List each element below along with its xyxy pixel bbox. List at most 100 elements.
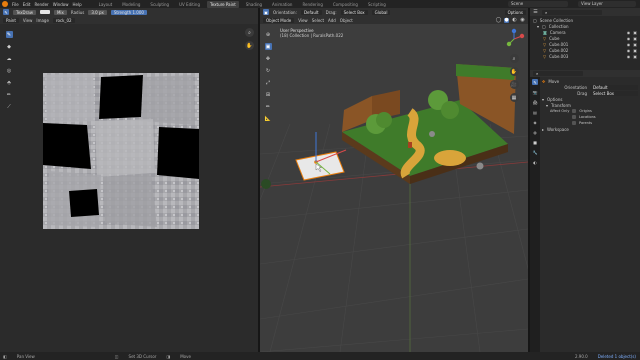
drag-select[interactable]: Select Box [340,9,368,15]
paint-mode-select[interactable]: Paint [3,17,19,23]
rendered-icon[interactable]: ◉ [520,17,525,23]
tab-uv-editing[interactable]: UV Editing [176,1,203,8]
menu-select[interactable]: Select [312,18,324,23]
menu-image[interactable]: Image [36,18,49,23]
image-selector[interactable]: rock_02 [52,17,75,23]
sand-patch[interactable] [434,150,466,166]
menu-add[interactable]: Add [328,18,336,23]
world-tab-icon[interactable]: ◍ [532,129,538,135]
menu-file[interactable]: File [12,2,19,7]
visibility-eye-icon[interactable]: ◉ [627,48,631,53]
lantern-post[interactable] [408,142,412,148]
view-layer-tab-icon[interactable]: ▤ [532,109,538,115]
texture-image[interactable] [43,73,199,229]
cursor-icon[interactable]: ⊕ [265,31,272,38]
tab-sculpting[interactable]: Sculpting [147,1,172,8]
parents-checkbox[interactable] [572,121,576,125]
transform-orientation-select[interactable]: Global [371,9,391,15]
brush-name-field[interactable]: TexDraw [13,9,36,15]
physics-tab-icon[interactable]: ◐ [532,159,538,165]
render-camera-icon[interactable]: ▣ [633,54,637,59]
menu-window[interactable]: Window [53,2,69,7]
tree-canopy[interactable] [376,112,392,128]
scene-selector[interactable]: Scene [508,1,568,7]
orientation-select[interactable]: Default [590,84,638,90]
render-camera-icon[interactable]: ▣ [633,42,637,47]
render-camera-icon[interactable]: ▣ [633,36,637,41]
properties-search-input[interactable]: ⌕ [533,71,583,76]
paintbrush-icon[interactable]: ✎ [5,31,13,38]
tree-canopy[interactable] [441,101,459,119]
rock[interactable] [429,131,435,137]
options-dropdown[interactable]: Options [504,9,526,15]
blender-logo-icon[interactable] [2,1,8,7]
locations-checkbox[interactable] [572,115,576,119]
image-editor-canvas[interactable]: ✎ ◆ ☁ ◎ ⬘ ✏ ⟋ ⌕ ✋ [0,24,258,352]
paintbrush-icon[interactable]: ✎ [3,9,9,15]
wireframe-icon[interactable]: ◯ [496,17,502,23]
tab-shading[interactable]: Shading [243,1,265,8]
menu-help[interactable]: Help [72,2,81,7]
tab-modeling[interactable]: Modeling [119,1,143,8]
object-tab-icon[interactable]: ■ [532,139,538,145]
transform-icon[interactable]: ⊞ [265,91,272,98]
color-swatch[interactable] [39,10,50,14]
orientation-select[interactable]: Default [300,9,322,15]
workspace-panel-header[interactable]: ▸ Workspace [542,126,638,132]
bush[interactable] [261,179,271,189]
visibility-eye-icon[interactable]: ◉ [627,36,631,41]
select-box-icon[interactable]: ▣ [264,43,272,50]
drag-select[interactable]: Select Box [590,90,638,96]
render-camera-icon[interactable]: ▣ [633,48,637,53]
tab-scripting[interactable]: Scripting [365,1,389,8]
menu-view[interactable]: View [298,18,308,23]
strength-field[interactable]: Strength 1.000 [110,9,147,15]
modifier-tab-icon[interactable]: 🔧 [532,149,538,155]
viewport-3d[interactable]: User Perspective (18) Collection | Rural… [260,24,528,352]
tab-layout[interactable]: Layout [96,1,116,8]
origins-checkbox[interactable] [572,109,577,113]
radius-field[interactable]: 3.0 px [88,9,107,15]
tool-tab-icon[interactable]: ✎ [532,79,538,85]
tab-texture-paint[interactable]: Texture Paint [206,0,239,8]
smear-icon[interactable]: ☁ [6,55,13,62]
sample-icon[interactable]: ⟋ [6,103,13,110]
material-icon[interactable]: ◐ [512,17,517,23]
object-mode-select[interactable]: Object Mode [263,17,295,23]
move-icon[interactable]: ✥ [265,55,272,62]
rotate-icon[interactable]: ↻ [265,67,272,74]
scale-icon[interactable]: ⤢ [265,79,272,86]
visibility-eye-icon[interactable]: ◉ [627,30,631,35]
rock[interactable] [476,162,484,170]
output-tab-icon[interactable]: 🖨 [532,99,538,105]
fill-icon[interactable]: ◆ [6,43,13,50]
visibility-eye-icon[interactable]: ◉ [627,42,631,47]
outliner-search-input[interactable]: ⌕ [542,9,602,15]
zoom-icon[interactable]: ⌕ [509,54,519,63]
select-box-icon[interactable]: ▣ [263,9,269,15]
clone-icon[interactable]: ◎ [6,67,13,74]
pan-hand-icon[interactable]: ✋ [509,67,519,76]
menu-render[interactable]: Render [34,2,48,7]
tab-compositing[interactable]: Compositing [330,1,361,8]
zoom-icon[interactable]: ⌕ [245,28,254,37]
annotate-icon[interactable]: ✏ [265,103,272,110]
pan-hand-icon[interactable]: ✋ [245,41,254,50]
tab-rendering[interactable]: Rendering [299,1,325,8]
outliner-icon[interactable]: ☰ [533,9,538,15]
blend-mode-select[interactable]: Mix [53,9,67,15]
tab-animation[interactable]: Animation [269,1,295,8]
grid-view-icon[interactable]: ▦ [509,93,519,102]
solid-icon[interactable]: ● [504,17,509,23]
camera-view-icon[interactable]: 🎥 [509,80,519,89]
menu-edit[interactable]: Edit [23,2,31,7]
visibility-eye-icon[interactable]: ◉ [627,54,631,59]
scene-tab-icon[interactable]: ◈ [532,119,538,125]
axis-orientation-gizmo[interactable] [503,28,525,50]
mask-icon[interactable]: ⬘ [6,79,13,86]
render-tab-icon[interactable]: 📷 [532,89,538,95]
annotate-icon[interactable]: ✏ [6,91,13,98]
measure-icon[interactable]: 📐 [265,115,272,122]
view-layer-selector[interactable]: View Layer [578,1,636,7]
render-camera-icon[interactable]: ▣ [633,30,637,35]
